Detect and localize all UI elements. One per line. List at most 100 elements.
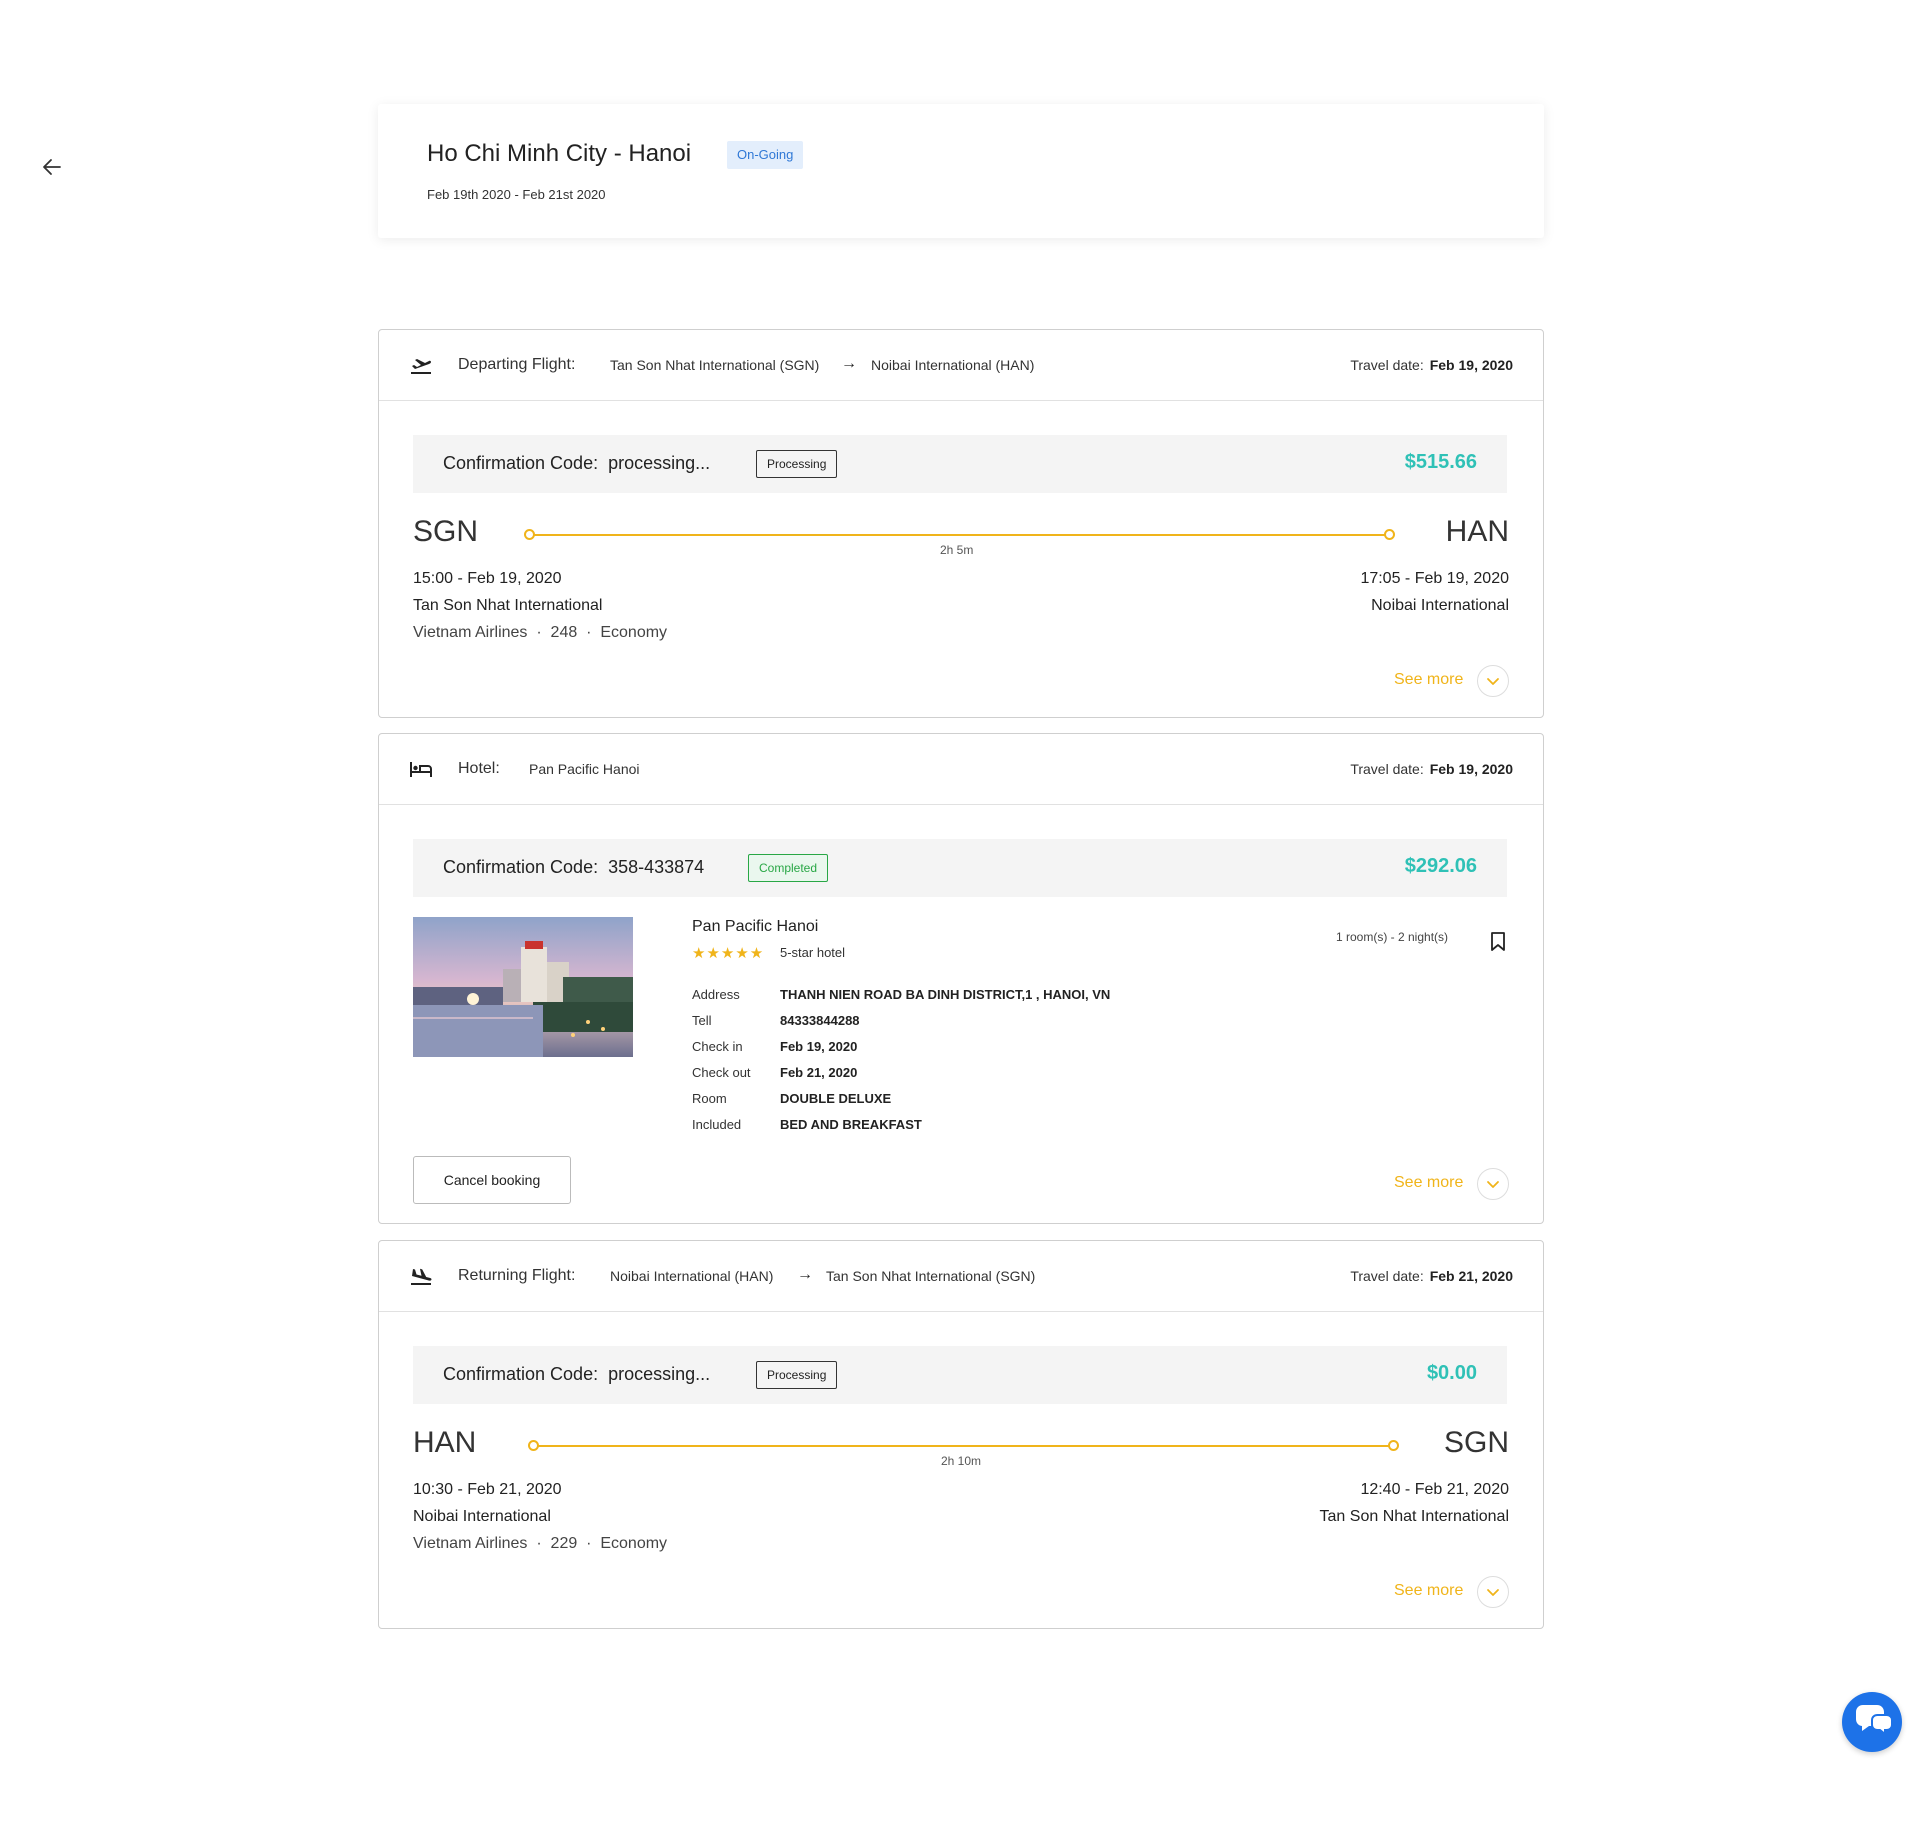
price: $515.66 (1404, 451, 1477, 473)
confirmation-value: processing... (608, 453, 711, 473)
departure-airport: Tan Son Nhat International (413, 597, 603, 614)
star-rating: ★★★★★ (692, 945, 765, 962)
departure-airport: Noibai International (413, 1508, 551, 1525)
detail-label: Check out (692, 1065, 751, 1080)
see-more-link[interactable]: See more (1394, 671, 1463, 689)
detail-label: Tell (692, 1013, 712, 1028)
travel-date-label: Travel date: (1350, 761, 1424, 777)
arrival-airport: Noibai International (1371, 597, 1509, 614)
detail-label: Room (692, 1091, 727, 1106)
detail-label: Included (692, 1117, 742, 1132)
travel-date-value: Feb 19, 2020 (1429, 357, 1513, 373)
trip-title: Ho Chi Minh City - Hanoi (427, 140, 692, 167)
confirmation-value: 358-433874 (608, 857, 705, 877)
cancel-booking-button[interactable]: Cancel booking (413, 1156, 571, 1204)
cabin-class: Economy (600, 1535, 668, 1552)
flight-track-line (534, 534, 1385, 536)
departure-time: 10:30 - Feb 21, 2020 (413, 1481, 562, 1498)
trip-summary-card: Ho Chi Minh City - Hanoi On-Going Feb 19… (378, 104, 1544, 238)
section-label: Departing Flight: (458, 356, 576, 373)
confirmation-code: Confirmation Code: 358-433874 (443, 857, 704, 878)
destination-dot (1388, 1440, 1399, 1451)
chevron-down-icon[interactable] (1477, 1576, 1509, 1608)
detail-label: Address (692, 987, 740, 1002)
section-label: Returning Flight: (458, 1267, 576, 1284)
airline: Vietnam Airlines (413, 624, 528, 641)
confirmation-label: Confirmation Code: (443, 857, 599, 877)
flight-number: 248 (550, 624, 578, 641)
departing-flight-section: Departing Flight: Tan Son Nhat Internati… (378, 329, 1544, 718)
price: $0.00 (1426, 1362, 1477, 1384)
chat-bubble-icon (1856, 1705, 1893, 1737)
destination-dot (1384, 529, 1395, 540)
arrival-time: 17:05 - Feb 19, 2020 (1360, 570, 1509, 587)
see-more-link[interactable]: See more (1394, 1582, 1463, 1600)
flight-info: Vietnam Airlines · 248 · Economy (413, 624, 668, 641)
route-from: Noibai International (HAN) (610, 1268, 774, 1284)
route-from: Tan Son Nhat International (SGN) (610, 357, 820, 373)
detail-value: THANH NIEN ROAD BA DINH DISTRICT,1 , HAN… (780, 987, 1111, 1002)
room-night-count: 1 room(s) - 2 night(s) (1336, 930, 1449, 944)
detail-value: BED AND BREAKFAST (780, 1117, 922, 1132)
status-badge: Processing (756, 450, 838, 478)
confirmation-value: processing... (608, 1364, 711, 1384)
travel-date: Travel date: Feb 21, 2020 (1350, 1268, 1513, 1284)
returning-flight-header: Returning Flight: Noibai International (… (379, 1241, 1543, 1312)
cabin-class: Economy (600, 624, 668, 641)
trip-dates: Feb 19th 2020 - Feb 21st 2020 (427, 187, 606, 202)
origin-code: HAN (413, 1426, 477, 1459)
chat-button[interactable] (1842, 1692, 1902, 1752)
flight-track-line (538, 1445, 1389, 1447)
status-badge: Processing (756, 1361, 838, 1389)
hotel-photo (413, 917, 633, 1057)
detail-value: Feb 19, 2020 (780, 1039, 858, 1054)
route-to: Noibai International (HAN) (871, 357, 1035, 373)
chevron-down-icon[interactable] (1477, 665, 1509, 697)
flight-info: Vietnam Airlines · 229 · Economy (413, 1535, 668, 1552)
travel-date-value: Feb 21, 2020 (1429, 1268, 1513, 1284)
arrival-time: 12:40 - Feb 21, 2020 (1360, 1481, 1509, 1498)
back-arrow-icon[interactable] (40, 155, 64, 179)
confirmation-bar: Confirmation Code: 358-433874 Completed … (413, 839, 1507, 897)
travel-date-label: Travel date: (1350, 1268, 1424, 1284)
price: $292.06 (1404, 855, 1477, 877)
hotel-section: Hotel: Pan Pacific Hanoi Travel date: Feb… (378, 733, 1544, 1224)
confirmation-code: Confirmation Code: processing... (443, 1364, 710, 1385)
flight-duration: 2h 5m (940, 543, 974, 557)
confirmation-code: Confirmation Code: processing... (443, 453, 710, 474)
detail-value: 84333844288 (780, 1013, 860, 1028)
origin-code: SGN (413, 515, 479, 548)
plane-landing-icon (411, 1268, 432, 1285)
hotel-name: Pan Pacific Hanoi (692, 918, 819, 935)
hotel-header-name: Pan Pacific Hanoi (529, 761, 640, 777)
route-arrow-icon: → (797, 1266, 813, 1283)
route-to: Tan Son Nhat International (SGN) (826, 1268, 1036, 1284)
bookmark-icon[interactable] (1490, 932, 1506, 952)
flight-duration: 2h 10m (941, 1454, 982, 1468)
travel-date-label: Travel date: (1350, 357, 1424, 373)
detail-label: Check in (692, 1039, 743, 1054)
returning-flight-section: Returning Flight: Noibai International (… (378, 1240, 1544, 1629)
travel-date: Travel date: Feb 19, 2020 (1350, 761, 1513, 777)
destination-code: HAN (1445, 515, 1509, 548)
plane-takeoff-icon (411, 359, 431, 374)
travel-date-value: Feb 19, 2020 (1429, 761, 1513, 777)
detail-value: Feb 21, 2020 (780, 1065, 858, 1080)
trip-status-badge: On-Going (727, 141, 804, 169)
airline: Vietnam Airlines (413, 1535, 528, 1552)
flight-number: 229 (550, 1535, 578, 1552)
confirmation-bar: Confirmation Code: processing... Process… (413, 1346, 1507, 1404)
confirmation-label: Confirmation Code: (443, 453, 599, 473)
departing-flight-header: Departing Flight: Tan Son Nhat Internati… (379, 330, 1543, 401)
detail-value: DOUBLE DELUXE (780, 1091, 892, 1106)
chevron-down-icon[interactable] (1477, 1168, 1509, 1200)
departure-time: 15:00 - Feb 19, 2020 (413, 570, 562, 587)
star-rating-label: 5-star hotel (780, 945, 846, 960)
see-more-link[interactable]: See more (1394, 1174, 1463, 1192)
bed-icon (410, 762, 432, 777)
status-badge: Completed (748, 854, 829, 882)
arrival-airport: Tan Son Nhat International (1319, 1508, 1509, 1525)
section-label: Hotel: (458, 760, 500, 777)
confirmation-bar: Confirmation Code: processing... Process… (413, 435, 1507, 493)
route-arrow-icon: → (841, 355, 857, 372)
